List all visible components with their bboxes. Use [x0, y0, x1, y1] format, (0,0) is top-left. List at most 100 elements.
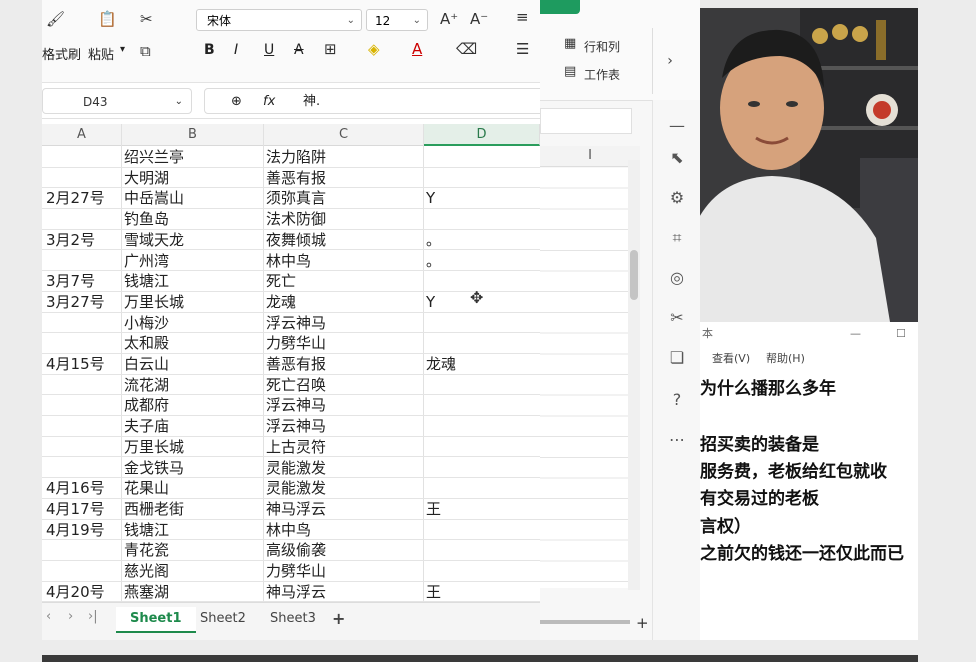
maximize-icon[interactable]: ☐	[896, 322, 906, 346]
column-header-b[interactable]: B	[122, 124, 264, 146]
book-icon[interactable]: ❏	[665, 346, 689, 370]
align-justify-icon[interactable]: ☰	[516, 40, 529, 58]
cell-skill[interactable]: 死亡	[266, 271, 296, 291]
column-header-c[interactable]: C	[264, 124, 424, 146]
increase-font-icon[interactable]: A⁺	[440, 10, 458, 28]
cell-date[interactable]: 4月19号	[46, 520, 105, 540]
fill-color-icon[interactable]: ◈	[368, 40, 380, 58]
cell-date[interactable]: 2月27号	[46, 188, 105, 208]
select-pointer-icon[interactable]: ⬉	[665, 146, 689, 170]
paste-dropdown-icon[interactable]: ▾	[120, 44, 125, 55]
crop-icon[interactable]: ⌗	[665, 226, 689, 250]
zoom-search-icon[interactable]: ⊕	[231, 89, 242, 115]
underline-button[interactable]: U	[264, 42, 274, 58]
copy-icon[interactable]: ⧉	[140, 42, 151, 60]
cell-location[interactable]: 中岳嵩山	[124, 188, 184, 208]
cell-skill[interactable]: 浮云神马	[266, 395, 326, 415]
bold-button[interactable]: B	[204, 42, 215, 58]
tab-sheet1[interactable]: Sheet1	[116, 607, 196, 633]
cell-note[interactable]: 。	[426, 251, 441, 271]
cell-location[interactable]: 雪域天龙	[124, 230, 184, 250]
tab-sheet2[interactable]: Sheet2	[200, 607, 246, 631]
cell-location[interactable]: 钱塘江	[124, 520, 169, 540]
cell-skill[interactable]: 上古灵符	[266, 437, 326, 457]
column-header-a[interactable]: A	[42, 124, 122, 146]
cell-date[interactable]: 4月17号	[46, 499, 105, 519]
paste-button[interactable]: 粘贴	[88, 44, 114, 63]
cell-location[interactable]: 金戈铁马	[124, 458, 184, 478]
cell-note[interactable]: Y	[426, 292, 435, 312]
cell-skill[interactable]: 法术防御	[266, 209, 326, 229]
cell-skill[interactable]: 龙魂	[266, 292, 296, 312]
cell-skill[interactable]: 力劈华山	[266, 333, 326, 353]
cell-location[interactable]: 流花湖	[124, 375, 169, 395]
cell-location[interactable]: 慈光阁	[124, 561, 169, 581]
paste-icon[interactable]: 📋	[98, 10, 117, 28]
format-painter-icon[interactable]: 🖌	[46, 10, 65, 28]
cell-note[interactable]: 王	[426, 582, 441, 602]
cell-skill[interactable]: 神马浮云	[266, 499, 326, 519]
cell-location[interactable]: 青花瓷	[124, 540, 169, 560]
cell-skill[interactable]: 灵能激发	[266, 458, 326, 478]
next-sheet-icon[interactable]: ›	[68, 609, 73, 624]
cut-icon[interactable]: ✂	[140, 10, 153, 28]
name-box[interactable]: D43 ⌄	[42, 88, 192, 114]
cell-location[interactable]: 白云山	[124, 354, 169, 374]
cell-location[interactable]: 万里长城	[124, 292, 184, 312]
font-size-select[interactable]: 12 ⌄	[366, 9, 428, 31]
last-sheet-icon[interactable]: ›|	[88, 609, 98, 624]
column-header-i[interactable]: I	[540, 146, 640, 167]
cell-date[interactable]: 3月7号	[46, 271, 95, 291]
cell-location[interactable]: 花果山	[124, 478, 169, 498]
cell-location[interactable]: 西栅老街	[124, 499, 184, 519]
cell-location[interactable]: 小梅沙	[124, 313, 169, 333]
cell-skill[interactable]: 力劈华山	[266, 561, 326, 581]
border-icon[interactable]: ⊞	[324, 40, 337, 58]
green-button[interactable]	[540, 0, 580, 14]
cell-location[interactable]: 万里长城	[124, 437, 184, 457]
function-icon[interactable]: fx	[263, 89, 275, 115]
zoom-in-icon[interactable]: +	[636, 614, 649, 632]
adjust-icon[interactable]: ⚙	[665, 186, 689, 210]
cell-date[interactable]: 4月16号	[46, 478, 105, 498]
formula-content[interactable]: 神.	[303, 89, 320, 115]
cell-skill[interactable]: 善恶有报	[266, 168, 326, 188]
scrollbar-thumb[interactable]	[630, 250, 638, 300]
rows-cols-icon[interactable]: ▦	[564, 36, 576, 51]
zoom-slider[interactable]	[540, 620, 630, 624]
first-sheet-icon[interactable]: ‹	[46, 609, 51, 624]
cell-skill[interactable]: 高级偷袭	[266, 540, 326, 560]
tab-sheet3[interactable]: Sheet3	[270, 607, 316, 631]
cell-skill[interactable]: 善恶有报	[266, 354, 326, 374]
cell-location[interactable]: 燕塞湖	[124, 582, 169, 602]
help-icon[interactable]: ?	[665, 388, 689, 412]
cell-note[interactable]: Y	[426, 188, 435, 208]
cell-skill[interactable]: 林中鸟	[266, 251, 311, 271]
cell-location[interactable]: 太和殿	[124, 333, 169, 353]
cell-date[interactable]: 4月15号	[46, 354, 105, 374]
ribbon-scroll-right-icon[interactable]: ›	[652, 28, 687, 94]
tools-icon[interactable]: ✂	[665, 306, 689, 330]
cell-skill[interactable]: 浮云神马	[266, 416, 326, 436]
font-name-select[interactable]: 宋体 ⌄	[196, 9, 362, 31]
collapse-icon[interactable]: —	[665, 114, 689, 138]
cell-location[interactable]: 大明湖	[124, 168, 169, 188]
cell-skill[interactable]: 灵能激发	[266, 478, 326, 498]
cell-location[interactable]: 钱塘江	[124, 271, 169, 291]
cell-skill[interactable]: 死亡召唤	[266, 375, 326, 395]
align-icon[interactable]: ≡	[516, 8, 529, 26]
cell-note[interactable]: 龙魂	[426, 354, 456, 374]
formula-bar[interactable]: ⊕ fx 神.	[204, 88, 540, 114]
cell-skill[interactable]: 神马浮云	[266, 582, 326, 602]
menu-help[interactable]: 帮助(H)	[766, 348, 805, 370]
cell-note[interactable]: 。	[426, 230, 441, 250]
ai-icon[interactable]: ◎	[665, 266, 689, 290]
cell-date[interactable]: 4月20号	[46, 582, 105, 602]
decrease-font-icon[interactable]: A⁻	[470, 10, 488, 28]
cell-note[interactable]: 王	[426, 499, 441, 519]
more-icon[interactable]: ⋯	[665, 428, 689, 452]
cell-skill[interactable]: 林中鸟	[266, 520, 311, 540]
cell-location[interactable]: 成都府	[124, 395, 169, 415]
cell-location[interactable]: 钓鱼岛	[124, 209, 169, 229]
worksheet-button[interactable]: 工作表	[584, 66, 620, 83]
